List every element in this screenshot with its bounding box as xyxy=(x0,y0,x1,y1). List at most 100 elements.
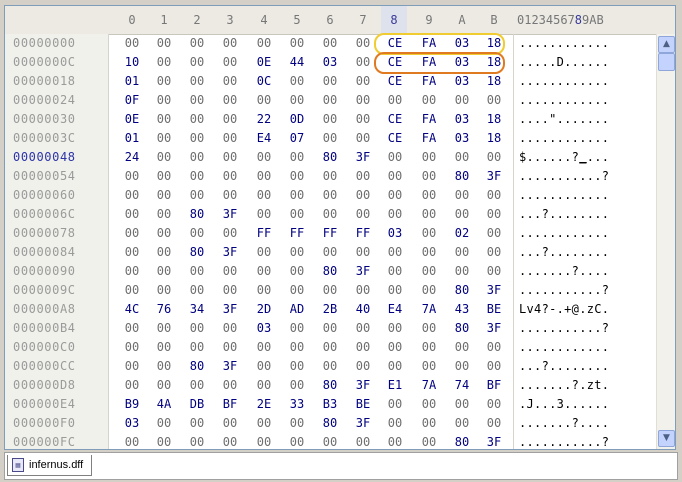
hex-byte[interactable]: 00 xyxy=(183,129,211,148)
hex-byte[interactable]: B9 xyxy=(118,395,146,414)
hex-byte[interactable]: 00 xyxy=(250,186,278,205)
hex-byte[interactable]: 00 xyxy=(118,319,146,338)
hex-byte[interactable]: 00 xyxy=(250,167,278,186)
hex-byte[interactable]: 00 xyxy=(415,243,443,262)
hex-row[interactable]: 000000A8 4C 76 34 3F 2D AD 2B 40 E4 7A 43 BE Lv4?-.+@… xyxy=(5,300,655,319)
hex-byte[interactable]: 00 xyxy=(415,91,443,110)
hex-byte[interactable]: DB xyxy=(183,395,211,414)
hex-byte[interactable]: 3F xyxy=(349,148,377,167)
hex-byte[interactable]: 01 xyxy=(118,129,146,148)
hex-byte[interactable]: 00 xyxy=(415,205,443,224)
hex-byte[interactable]: 00 xyxy=(183,376,211,395)
hex-byte[interactable]: 00 xyxy=(250,243,278,262)
hex-byte[interactable]: 00 xyxy=(480,338,508,357)
hex-byte[interactable]: 00 xyxy=(480,243,508,262)
hex-byte[interactable]: 80 xyxy=(183,357,211,376)
hex-byte[interactable]: 00 xyxy=(183,34,211,53)
hex-byte[interactable]: 00 xyxy=(216,376,244,395)
hex-byte[interactable]: 00 xyxy=(349,72,377,91)
hex-byte[interactable]: 00 xyxy=(216,167,244,186)
hex-byte[interactable]: 00 xyxy=(381,338,409,357)
hex-byte[interactable]: 24 xyxy=(118,148,146,167)
hex-byte[interactable]: B3 xyxy=(316,395,344,414)
ascii-text[interactable]: .......?.zt. xyxy=(519,376,609,395)
hex-byte[interactable]: BF xyxy=(480,376,508,395)
hex-byte[interactable]: 00 xyxy=(183,338,211,357)
hex-byte[interactable]: 00 xyxy=(283,262,311,281)
hex-byte[interactable]: 40 xyxy=(349,300,377,319)
hex-byte[interactable]: 00 xyxy=(216,186,244,205)
hex-byte[interactable]: 76 xyxy=(150,300,178,319)
hex-byte[interactable]: 00 xyxy=(480,414,508,433)
hex-byte[interactable]: 00 xyxy=(381,91,409,110)
hex-byte[interactable]: 00 xyxy=(150,167,178,186)
hex-byte[interactable]: 00 xyxy=(448,262,476,281)
ascii-text[interactable]: ............ xyxy=(519,91,609,110)
hex-row[interactable]: 00000084 00 00 80 3F 00 00 00 00 00 00 00 00...?....… xyxy=(5,243,655,262)
hex-byte[interactable]: 00 xyxy=(183,53,211,72)
hex-row[interactable]: 000000CC 00 00 80 3F 00 00 00 00 00 00 00 00...?....… xyxy=(5,357,655,376)
hex-byte[interactable]: 00 xyxy=(216,34,244,53)
hex-byte[interactable]: 00 xyxy=(480,205,508,224)
hex-byte[interactable]: 00 xyxy=(150,129,178,148)
hex-byte[interactable]: CE xyxy=(381,34,409,53)
hex-byte[interactable]: 00 xyxy=(150,53,178,72)
hex-byte[interactable]: 00 xyxy=(381,357,409,376)
ascii-text[interactable]: Lv4?-.+@.zC. xyxy=(519,300,609,319)
hex-byte[interactable]: 00 xyxy=(118,281,146,300)
hex-byte[interactable]: 00 xyxy=(283,243,311,262)
hex-byte[interactable]: 00 xyxy=(283,186,311,205)
hex-byte[interactable]: AD xyxy=(283,300,311,319)
hex-byte[interactable]: 00 xyxy=(415,281,443,300)
hex-byte[interactable]: 00 xyxy=(480,148,508,167)
hex-byte[interactable]: 00 xyxy=(381,433,409,449)
hex-byte[interactable]: 00 xyxy=(250,205,278,224)
hex-row[interactable]: 00000090 00 00 00 00 00 00 80 3F 00 00 00 00.......?… xyxy=(5,262,655,281)
hex-byte[interactable]: 18 xyxy=(480,129,508,148)
hex-byte[interactable]: 80 xyxy=(448,167,476,186)
hex-byte[interactable]: 00 xyxy=(283,167,311,186)
ascii-text[interactable]: ............ xyxy=(519,34,609,53)
hex-byte[interactable]: BE xyxy=(349,395,377,414)
hex-byte[interactable]: 00 xyxy=(349,338,377,357)
hex-byte[interactable]: 00 xyxy=(349,433,377,449)
hex-byte[interactable]: 00 xyxy=(480,91,508,110)
ascii-text[interactable]: ...........? xyxy=(519,319,609,338)
hex-byte[interactable]: 80 xyxy=(183,243,211,262)
hex-byte[interactable]: 00 xyxy=(150,376,178,395)
hex-row[interactable]: 000000D8 00 00 00 00 00 00 80 3F E1 7A 74 BF.......?… xyxy=(5,376,655,395)
hex-byte[interactable]: 03 xyxy=(448,129,476,148)
hex-byte[interactable]: 00 xyxy=(283,148,311,167)
hex-byte[interactable]: 00 xyxy=(349,91,377,110)
hex-byte[interactable]: 18 xyxy=(480,34,508,53)
hex-byte[interactable]: 00 xyxy=(250,338,278,357)
hex-byte[interactable]: 00 xyxy=(250,376,278,395)
hex-byte[interactable]: 7A xyxy=(415,376,443,395)
hex-byte[interactable]: 7A xyxy=(415,300,443,319)
hex-byte[interactable]: 00 xyxy=(150,281,178,300)
hex-byte[interactable]: 00 xyxy=(118,224,146,243)
hex-byte[interactable]: 00 xyxy=(118,338,146,357)
hex-row[interactable]: 00000054 00 00 00 00 00 00 00 00 00 00 80 3F........… xyxy=(5,167,655,186)
hex-byte[interactable]: 00 xyxy=(381,395,409,414)
hex-byte[interactable]: FA xyxy=(415,72,443,91)
hex-byte[interactable]: 00 xyxy=(118,262,146,281)
hex-row[interactable]: 00000048 24 00 00 00 00 00 80 3F 00 00 00 00 $......?… xyxy=(5,148,655,167)
hex-byte[interactable]: 00 xyxy=(216,414,244,433)
hex-byte[interactable]: 03 xyxy=(250,319,278,338)
hex-byte[interactable]: 80 xyxy=(316,262,344,281)
hex-byte[interactable]: CE xyxy=(381,72,409,91)
ascii-text[interactable]: .......?.... xyxy=(519,414,609,433)
hex-byte[interactable]: 00 xyxy=(316,34,344,53)
hex-byte[interactable]: 00 xyxy=(118,34,146,53)
hex-byte[interactable]: 00 xyxy=(150,224,178,243)
hex-byte[interactable]: 10 xyxy=(118,53,146,72)
hex-byte[interactable]: 0F xyxy=(118,91,146,110)
hex-byte[interactable]: 00 xyxy=(216,433,244,449)
hex-byte[interactable]: 2D xyxy=(250,300,278,319)
hex-byte[interactable]: 00 xyxy=(448,148,476,167)
hex-row[interactable]: 00000060 00 00 00 00 00 00 00 00 00 00 00 00........… xyxy=(5,186,655,205)
hex-byte[interactable]: 00 xyxy=(250,281,278,300)
hex-byte[interactable]: 00 xyxy=(448,414,476,433)
hex-byte[interactable]: 00 xyxy=(381,205,409,224)
